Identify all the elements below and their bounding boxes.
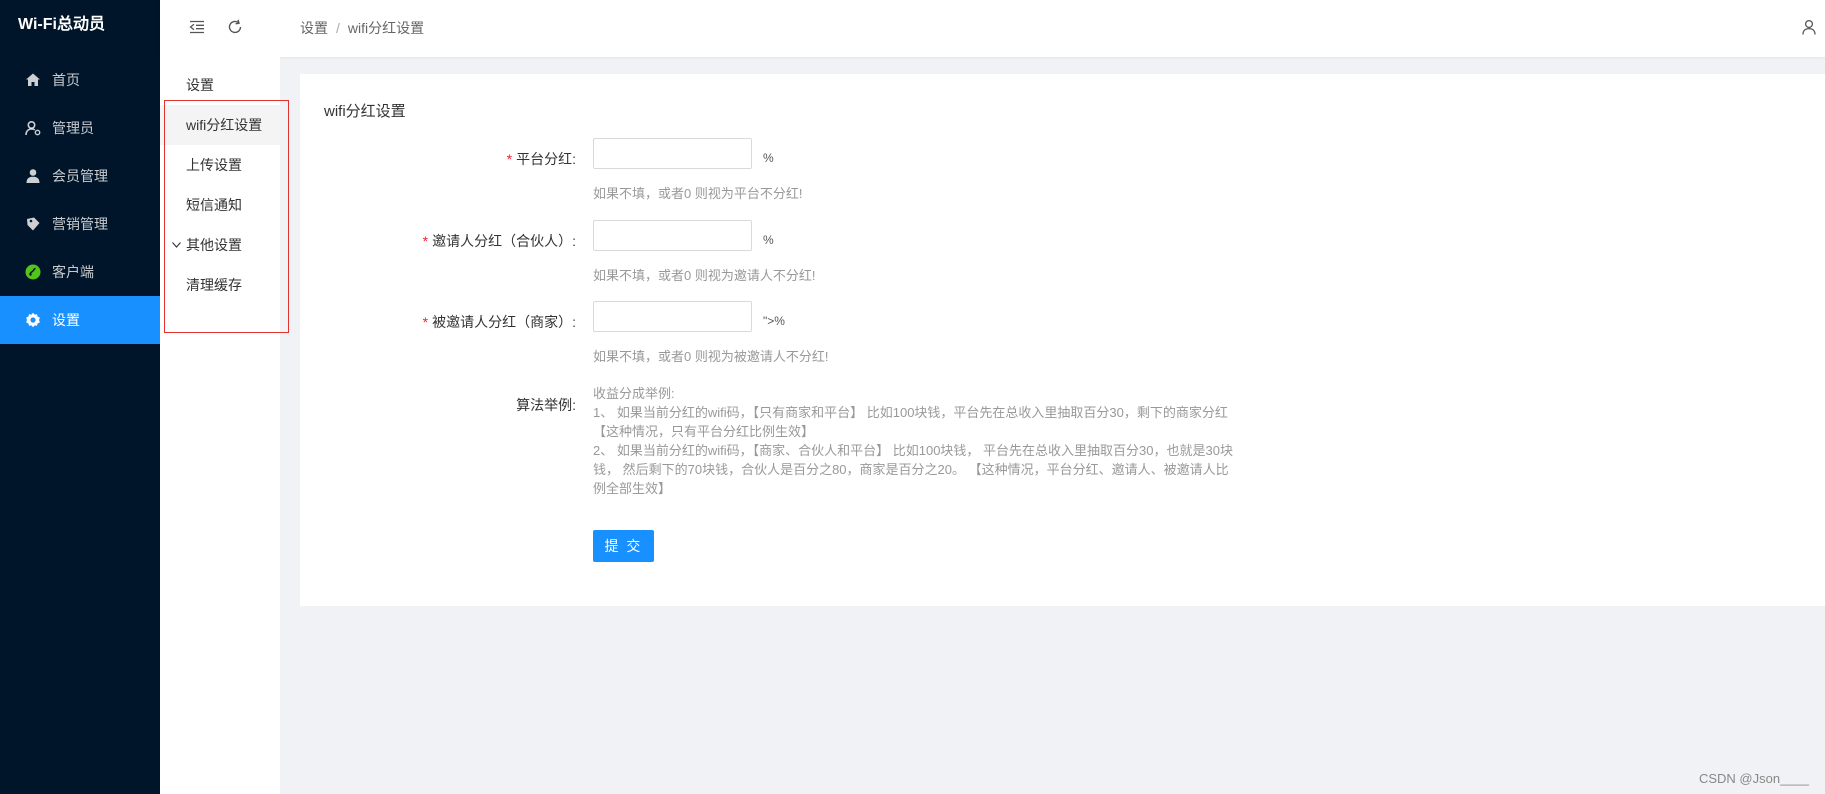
field-label-text: 平台分红: [516, 151, 576, 167]
member-icon [24, 167, 42, 185]
sidebar-item-label: 会员管理 [52, 168, 108, 184]
field-label-text: 邀请人分红（合伙人）: [432, 233, 576, 249]
platform-dividend-input[interactable] [593, 138, 752, 169]
sidebar-item-label: 客户端 [52, 264, 94, 280]
home-icon [24, 71, 42, 89]
sidebar-item-label: 管理员 [52, 120, 94, 136]
watermark: CSDN @Json____ [1698, 771, 1809, 786]
breadcrumb-item-current: wifi分红设置 [347, 20, 425, 36]
invitee-dividend-input[interactable] [593, 301, 752, 332]
platform-dividend-label: * 平台分红: [507, 149, 576, 169]
inviter-dividend-label: * 邀请人分红（合伙人）: [423, 231, 576, 251]
marketing-icon [24, 215, 42, 233]
sidebar-item-label: 营销管理 [52, 216, 108, 232]
sidebar-item-label: 首页 [52, 72, 80, 88]
highlight-box [164, 100, 289, 333]
breadcrumb-item-settings[interactable]: 设置 [300, 20, 328, 36]
invitee-dividend-label: * 被邀请人分红（商家）: [423, 312, 576, 332]
platform-dividend-hint: 如果不填，或者0 则视为平台不分红! [593, 186, 803, 201]
app-logo: Wi-Fi总动员 [18, 16, 105, 33]
refresh-icon[interactable] [225, 17, 245, 37]
sidebar-item-admin[interactable]: 管理员 [0, 104, 160, 152]
user-icon[interactable] [1799, 17, 1819, 37]
inviter-dividend-hint: 如果不填，或者0 则视为邀请人不分红! [593, 268, 816, 283]
algorithm-example: 收益分成举例: 1、 如果当前分红的wifi码，【只有商家和平台】 比如100块… [593, 384, 1233, 498]
invitee-dividend-hint: 如果不填，或者0 则视为被邀请人不分红! [593, 349, 829, 364]
submenu-title: 设置 [186, 77, 214, 93]
sidebar-item-members[interactable]: 会员管理 [0, 152, 160, 200]
client-icon [24, 263, 42, 281]
breadcrumb: 设置 / wifi分红设置 [300, 18, 424, 38]
top-header: 设置 / wifi分红设置 [160, 0, 1825, 57]
sidebar-item-settings[interactable]: 设置 [0, 296, 160, 344]
required-mark: * [422, 314, 429, 330]
sidebar-item-marketing[interactable]: 营销管理 [0, 200, 160, 248]
sidebar: Wi-Fi总动员 首页 管理员 会员管理 营销管理 客户端 设置 [0, 0, 160, 794]
sidebar-item-label: 设置 [52, 312, 80, 328]
gear-icon [24, 311, 42, 329]
sidebar-item-home[interactable]: 首页 [0, 56, 160, 104]
percent-unit: ">% [763, 314, 785, 328]
algorithm-label: 算法举例: [516, 397, 576, 413]
collapse-menu-icon[interactable] [187, 17, 207, 37]
main-content: wifi分红设置 * 平台分红: % 如果不填，或者0 则视为平台不分红! * 邀请… [300, 74, 1825, 606]
submit-button[interactable]: 提 交 [593, 530, 654, 562]
form-title: wifi分红设置 [324, 103, 406, 120]
breadcrumb-separator: / [336, 20, 340, 36]
required-mark: * [422, 233, 429, 249]
algorithm-line: 收益分成举例: [593, 386, 675, 401]
algorithm-line: 2、 如果当前分红的wifi码，【商家、合伙人和平台】 比如100块钱， 平台先… [593, 443, 1233, 496]
field-label-text: 被邀请人分红（商家）: [432, 314, 576, 330]
sidebar-item-client[interactable]: 客户端 [0, 248, 160, 296]
algorithm-line: 1、 如果当前分红的wifi码，【只有商家和平台】 比如100块钱，平台先在总收… [593, 405, 1228, 439]
inviter-dividend-input[interactable] [593, 220, 752, 251]
percent-unit: % [763, 151, 774, 165]
admin-user-icon [24, 119, 42, 137]
required-mark: * [506, 151, 513, 167]
percent-unit: % [763, 233, 774, 247]
